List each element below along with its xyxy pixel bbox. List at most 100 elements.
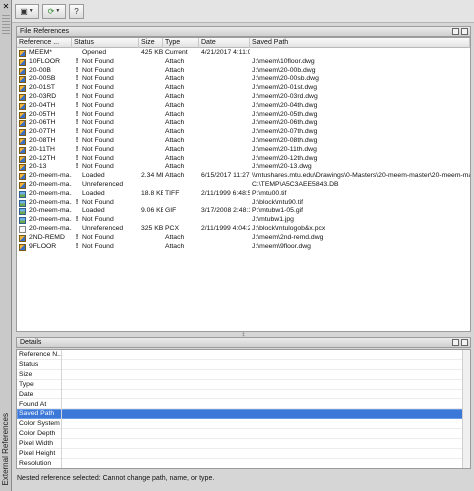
column-header-cell[interactable]: Reference ...	[17, 38, 72, 48]
section-title: File References	[20, 28, 70, 35]
property-row[interactable]: Found At	[17, 400, 470, 410]
cell-date	[201, 75, 250, 84]
cell-size	[141, 234, 163, 243]
cell-path: J:\block\mtulogob&x.pcx	[252, 225, 326, 232]
warning-icon: !	[75, 93, 79, 100]
cell-date	[201, 146, 250, 155]
table-row[interactable]: 20-meem-ma... Loaded 9.06 KB GIF 3/17/2008 2…	[17, 207, 470, 216]
cell-name: 20-meem-ma...	[29, 225, 72, 232]
cell-status: Unreferenced	[82, 225, 124, 232]
cell-path: J:\block\mtu90.tif	[252, 198, 303, 206]
cell-size	[141, 93, 163, 102]
cell-path: J:\meem\20-11th.dwg	[252, 145, 317, 153]
table-row[interactable]: 20-06TH Not Found Attach J:\meem\20-06th.dw…	[17, 119, 470, 128]
table-row[interactable]: 20-03RD Not Found Attach J:\meem\20-03rd.dw…	[17, 93, 470, 102]
property-row[interactable]: Type	[17, 380, 470, 390]
column-header-cell[interactable]: Saved Path	[250, 38, 470, 48]
warning-icon: !	[75, 145, 79, 153]
warning-icon: !	[75, 84, 79, 92]
table-row[interactable]: 20-13 Not Found Attach J:\meem\20-13.dwg!	[17, 163, 470, 172]
details-view-icon[interactable]	[452, 339, 459, 346]
cell-size	[141, 137, 163, 146]
table-row[interactable]: 20-00SB Not Found Attach J:\meem\20-00sb.dw…	[17, 75, 470, 84]
cell-size: 18.8 KB	[141, 189, 163, 197]
table-row[interactable]: 20-04TH Not Found Attach J:\meem\20-04th.dw…	[17, 102, 470, 111]
section-title: Details	[20, 339, 42, 346]
file-references-list[interactable]: Reference ... Status Size Type Date Saved Pat…	[16, 37, 471, 332]
property-row[interactable]: Color Depth	[17, 429, 470, 440]
cell-type: Attach	[165, 242, 185, 250]
table-row[interactable]: 20-12TH Not Found Attach J:\meem\20-12th.dw…	[17, 155, 470, 164]
table-row[interactable]: 20-08TH Not Found Attach J:\meem\20-08th.dw…	[17, 137, 470, 146]
column-header-cell[interactable]: Size	[139, 38, 163, 48]
property-label: Pixel Width	[19, 440, 53, 448]
palette-title-bar[interactable]: ✕ External References	[0, 0, 12, 491]
cell-name: 20-meem-ma...	[29, 181, 72, 188]
cell-date	[201, 111, 250, 120]
table-row[interactable]: 20-meem-ma... Loaded 18.8 KB TIFF 2/11/1999 …	[17, 190, 470, 199]
column-header-cell[interactable]: Date	[199, 38, 250, 48]
table-row[interactable]: 20-meem-ma... Not Found J:\mtubw1.jpg!	[17, 216, 470, 225]
table-row[interactable]: 20-11TH Not Found Attach J:\meem\20-11th.dw…	[17, 146, 470, 155]
help-button[interactable]: ?	[69, 4, 84, 19]
attach-button[interactable]: ▣▼	[15, 4, 39, 19]
details-header[interactable]: Details	[16, 337, 471, 348]
column-header-cell[interactable]: Status	[72, 38, 139, 48]
table-row[interactable]: 20-00B Not Found Attach J:\meem\20-00b.dwg!	[17, 67, 470, 76]
table-row[interactable]: 9FLOOR Not Found Attach J:\meem\9floor.dwg!	[17, 243, 470, 252]
property-row[interactable]: Resolution	[17, 459, 470, 468]
table-row[interactable]: 20-07TH Not Found Attach J:\meem\20-07th.dw…	[17, 128, 470, 137]
cell-path: J:\meem\2nd-remd.dwg	[252, 233, 324, 241]
cell-type: GIF	[165, 207, 177, 215]
column-header-cell[interactable]: Type	[163, 38, 199, 48]
table-row[interactable]: 2ND-REMD Not Found Attach J:\meem\2nd-remd.…	[17, 234, 470, 243]
column-divider[interactable]	[61, 350, 62, 468]
dwg-file-icon	[19, 173, 26, 181]
property-row[interactable]: Size	[17, 370, 470, 380]
cell-path: J:\meem\20-03rd.dwg	[252, 93, 318, 100]
refresh-button[interactable]: ⟳▼	[42, 4, 66, 19]
grip-handle[interactable]	[2, 14, 10, 34]
warning-icon: !	[75, 66, 79, 74]
cell-name: 20-00SB	[29, 75, 56, 83]
cell-date	[201, 102, 250, 111]
cell-date	[201, 243, 250, 252]
list-view-icon[interactable]	[452, 28, 459, 35]
cell-path: P:\mtubw1-05.gif	[252, 207, 303, 215]
cell-path: J:\mtubw1.jpg	[252, 216, 294, 224]
file-references-header[interactable]: File References	[16, 26, 471, 37]
table-row[interactable]: 20-meem-ma... Unreferenced C:\TEMP\A5C3AEE…	[17, 181, 470, 190]
cell-date	[201, 84, 250, 93]
table-row[interactable]: 20-meem-ma... Loaded 2.34 MBAttach 6/15/201…	[17, 172, 470, 181]
property-row[interactable]: Reference N...	[17, 350, 470, 360]
toolbar: ▣▼ ⟳▼ ?	[12, 0, 474, 23]
property-row[interactable]: Pixel Height	[17, 449, 470, 459]
close-icon[interactable]: ✕	[2, 3, 10, 11]
cell-type: Attach	[165, 233, 185, 241]
cell-status: Not Found	[82, 242, 114, 250]
table-row[interactable]: MEEM* Opened 425 KBCurrent 4/21/2017 4:11:0…	[17, 49, 470, 58]
property-row[interactable]: Status	[17, 360, 470, 370]
cell-size	[141, 199, 163, 208]
cell-status: Not Found	[82, 66, 114, 74]
table-row[interactable]: 20-meem-ma... Unreferenced 325 KB PCX 2/11/1…	[17, 225, 470, 234]
warning-icon: !	[75, 242, 79, 250]
table-row[interactable]: 20-05TH Not Found Attach J:\meem\20-05th.dw…	[17, 111, 470, 120]
dwg-file-icon	[19, 111, 26, 119]
property-row[interactable]: Color System	[17, 419, 470, 430]
table-row[interactable]: 20-meem-ma... Not Found J:\block\mtu90.tif…	[17, 199, 470, 208]
table-row[interactable]: 10FLOOR Not Found Attach J:\meem\10floor.dw…	[17, 58, 470, 67]
cell-type: Attach	[165, 145, 185, 153]
property-row[interactable]: Pixel Width	[17, 439, 470, 449]
scrollbar[interactable]	[462, 350, 470, 468]
cell-size	[141, 75, 163, 84]
cell-name: 20-04TH	[29, 101, 56, 109]
cell-date	[201, 163, 250, 172]
tree-view-icon[interactable]	[461, 28, 468, 35]
cell-type: Attach	[165, 101, 185, 109]
table-row[interactable]: 20-01ST Not Found Attach J:\meem\20-01st.dw…	[17, 84, 470, 93]
cell-type	[165, 181, 199, 190]
cell-size: 325 KB	[141, 225, 163, 232]
preview-icon[interactable]	[461, 339, 468, 346]
property-row[interactable]: Date	[17, 390, 470, 400]
